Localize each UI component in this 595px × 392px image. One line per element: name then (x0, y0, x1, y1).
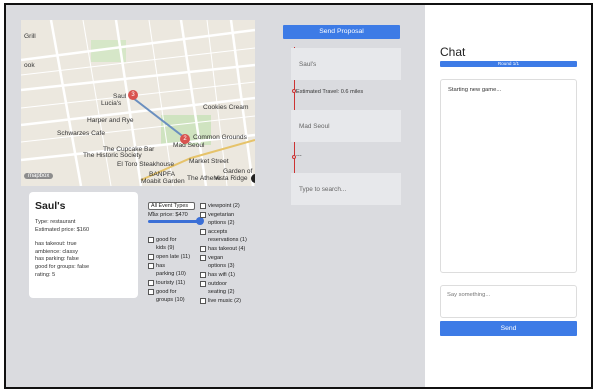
map-label: The Historic Society (83, 152, 142, 159)
checkbox[interactable] (148, 237, 154, 243)
checkbox[interactable] (148, 289, 154, 295)
filter-open-late[interactable]: open late (11) (148, 253, 196, 261)
filter-has-takeout[interactable]: has takeout (4) (200, 245, 252, 253)
chat-panel: Chat Round 1/1 Starting new game... Say … (425, 5, 591, 387)
venue-attr: ambience: classy (35, 248, 78, 255)
event-type-select[interactable]: All Event Types ⌄ (148, 202, 195, 215)
map-label: Lucia's (101, 100, 122, 107)
checkbox[interactable] (200, 272, 206, 278)
chat-log: Starting new game... (440, 79, 577, 273)
checkbox[interactable] (200, 203, 206, 209)
map-label: Cookies Cream (203, 104, 249, 111)
venue-attr: has takeout: true (35, 241, 77, 248)
travel-estimate-empty: --- (296, 153, 302, 159)
map-label: Vista Ridge (214, 175, 248, 182)
filter-label: accepts (208, 229, 228, 235)
checkbox[interactable] (148, 263, 154, 269)
filter-label: touristy (11) (156, 280, 186, 286)
map-label: Mad Seoul (173, 142, 205, 149)
app-frame: Grill ook Lucia's Harper and Rye Schwarz… (4, 3, 593, 389)
checkbox[interactable] (200, 298, 206, 304)
filter-label: good for (156, 237, 177, 243)
filter-label: has takeout (4) (208, 246, 246, 252)
filter-label: good for (156, 289, 177, 295)
checkbox[interactable] (200, 229, 206, 235)
map-label: Schwarzes Cafe (57, 130, 106, 137)
checkbox[interactable] (200, 212, 206, 218)
round-indicator: Round 1/1 (440, 61, 577, 67)
proposal-slot-1[interactable]: Saul's (291, 48, 401, 80)
filter-accepts-reservations[interactable]: accepts reservations (1) (200, 228, 252, 245)
filters-panel: All Event Types ⌄ Max price: $470 good f… (148, 202, 252, 312)
filter-label: groups (10) (156, 297, 185, 304)
filter-label: outdoor (208, 281, 227, 287)
chat-input-placeholder: Say something... (447, 292, 491, 298)
chat-title: Chat (440, 45, 466, 59)
filter-label: has wifi (1) (208, 272, 236, 278)
map-label: Common Grounds (193, 134, 247, 141)
venue-search-input[interactable]: Type to search... (291, 173, 401, 205)
checkbox[interactable] (200, 255, 206, 261)
map-label: ook (24, 62, 35, 69)
filter-label: seating (2) (208, 289, 235, 296)
checkbox[interactable] (200, 281, 206, 287)
filter-label: has (156, 263, 166, 269)
proposal-slot-2[interactable]: Mad Seoul (291, 110, 401, 142)
travel-estimate: Estimated Travel: 0.6 miles (296, 89, 364, 95)
venue-attr: rating: 5 (35, 271, 56, 278)
map-view[interactable]: Grill ook Lucia's Harper and Rye Schwarz… (21, 20, 255, 186)
filter-label: vegetarian (208, 212, 235, 218)
chat-input[interactable]: Say something... (440, 285, 577, 318)
max-price-label: Max price: $470 (148, 212, 188, 218)
map-label: Market Street (189, 158, 229, 165)
chat-send-button[interactable]: Send (440, 321, 577, 336)
max-price-slider-track[interactable] (148, 220, 198, 223)
filter-label: viewpoint (2) (208, 203, 240, 209)
filter-viewpoint[interactable]: viewpoint (2) (200, 202, 252, 210)
filter-label: parking (10) (156, 271, 186, 278)
mapbox-logo: mapbox (24, 173, 54, 179)
checkbox[interactable] (200, 246, 206, 252)
filter-outdoor-seating[interactable]: outdoor seating (2) (200, 280, 252, 297)
venue-detail-card: Saul's Type: restaurant Estimated price:… (29, 192, 138, 298)
checkbox[interactable] (148, 254, 154, 260)
filter-good-for-kids[interactable]: good for kids (9) (148, 236, 196, 253)
venue-attr: has parking: false (35, 256, 79, 263)
filter-label: reservations (1) (208, 237, 247, 244)
checkbox[interactable] (148, 280, 154, 286)
map-pin-mad-seoul[interactable]: 2 (180, 134, 190, 144)
filter-good-for-groups[interactable]: good for groups (10) (148, 288, 196, 305)
map-label: Grill (24, 33, 36, 40)
filter-label: vegan (208, 255, 224, 261)
venue-price: Estimated price: $160 (35, 226, 90, 233)
map-pin-saul[interactable]: 3 (128, 90, 138, 100)
map-label: Moabit Garden (141, 178, 185, 185)
venue-attr: good for groups: false (35, 263, 90, 270)
filter-vegetarian[interactable]: vegetarian options (2) (200, 211, 252, 228)
filter-label: options (3) (208, 263, 235, 270)
venue-type: Type: restaurant (35, 219, 76, 225)
map-label: Saul (113, 93, 127, 100)
send-proposal-button[interactable]: Send Proposal (283, 25, 400, 39)
filter-live-music[interactable]: live music (2) (200, 297, 252, 305)
filter-has-parking[interactable]: has parking (10) (148, 262, 196, 279)
filter-label: kids (9) (156, 245, 175, 252)
filter-touristy[interactable]: touristy (11) (148, 279, 196, 287)
filter-has-wifi[interactable]: has wifi (1) (200, 271, 252, 279)
filter-label: open late (11) (156, 254, 191, 260)
filter-vegan[interactable]: vegan options (3) (200, 254, 252, 271)
filter-label: options (2) (208, 220, 235, 227)
search-placeholder: Type to search... (299, 185, 347, 193)
slot-label: Saul's (299, 60, 317, 68)
filter-label: live music (2) (208, 298, 241, 304)
map-label: Garden of (223, 168, 253, 175)
slot-label: Mad Seoul (299, 122, 330, 130)
chat-message: Starting new game... (448, 87, 502, 93)
venue-name: Saul's (35, 200, 66, 212)
event-type-value: All Event Types (151, 203, 189, 209)
map-label: BANPFA (149, 171, 176, 178)
map-label: Harper and Rye (87, 117, 134, 124)
map-info-icon[interactable]: i (251, 174, 255, 183)
map-label: El Toro Steakhouse (117, 161, 175, 168)
